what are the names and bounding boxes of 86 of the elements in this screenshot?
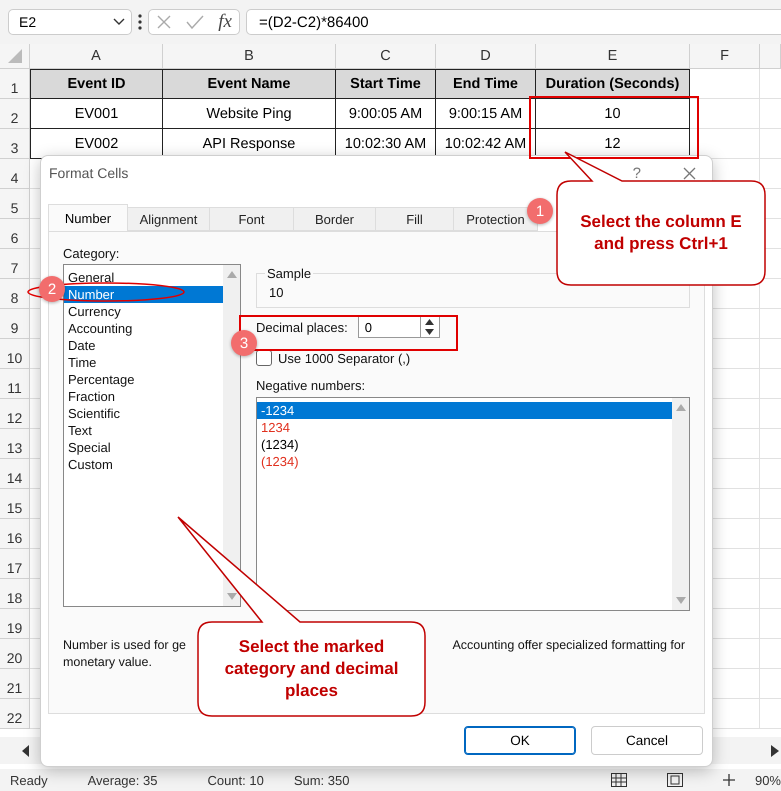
column-header[interactable]: A: [30, 44, 163, 69]
sample-value: 10: [269, 285, 284, 300]
column-header[interactable]: D: [436, 44, 536, 69]
row-header[interactable]: 13: [0, 429, 30, 459]
table-header: Event Name: [163, 69, 336, 99]
category-item[interactable]: Time: [64, 354, 223, 371]
sample-label: Sample: [266, 266, 312, 281]
negative-format-item[interactable]: (1234): [257, 436, 672, 453]
table-cell[interactable]: Website Ping: [163, 99, 336, 129]
category-label: Category:: [63, 246, 120, 261]
row-header[interactable]: 7: [0, 249, 30, 279]
negative-format-item[interactable]: -1234: [257, 402, 672, 419]
table-header: Start Time: [336, 69, 436, 99]
description-text: Accounting offer specialized formatting for: [452, 637, 685, 654]
table-header: Duration (Seconds): [536, 69, 690, 99]
row-header[interactable]: 8: [0, 279, 30, 309]
category-item[interactable]: Currency: [64, 303, 223, 320]
table-cell[interactable]: 9:00:05 AM: [336, 99, 436, 129]
row-header[interactable]: 12: [0, 399, 30, 429]
row-header[interactable]: 4: [0, 159, 30, 189]
table-cell[interactable]: EV001: [30, 99, 163, 129]
negative-format-item[interactable]: (1234): [257, 453, 672, 470]
column-header[interactable]: F: [690, 44, 760, 69]
category-item[interactable]: Number: [64, 286, 223, 303]
callout-text: Select the column E and press Ctrl+1: [579, 211, 743, 255]
tab[interactable]: Fill: [376, 207, 454, 231]
column-header[interactable]: B: [163, 44, 336, 69]
tab[interactable]: Protection: [454, 207, 538, 231]
row-header[interactable]: 14: [0, 459, 30, 489]
category-item[interactable]: Percentage: [64, 371, 223, 388]
list-box[interactable]: General Number Currency Accounting Date Time Percentage Fraction Scientific Text Special Custom: [63, 264, 241, 607]
table-header: Event ID: [30, 69, 163, 99]
row-header[interactable]: 10: [0, 339, 30, 369]
row-header[interactable]: 3: [0, 129, 30, 159]
decimal-places-field[interactable]: 0: [358, 316, 420, 338]
category-item[interactable]: Text: [64, 422, 223, 439]
table-cell[interactable]: 10: [536, 99, 690, 129]
column-header[interactable]: C: [336, 44, 436, 69]
category-item[interactable]: Accounting: [64, 320, 223, 337]
separator-label[interactable]: Use 1000 Separator (,): [278, 350, 410, 366]
status-sum: Sum: 350: [294, 772, 350, 788]
column-header[interactable]: E: [536, 44, 690, 69]
row-header[interactable]: 2: [0, 99, 30, 129]
decimal-places-label: Decimal places:: [256, 320, 348, 334]
row-header[interactable]: 17: [0, 549, 30, 579]
row-header[interactable]: 6: [0, 219, 30, 249]
negative-format-item[interactable]: 1234: [257, 419, 672, 436]
description-text: monetary value.: [63, 654, 152, 671]
formula-field[interactable]: =(D2-C2)*86400: [246, 9, 781, 35]
status-text: Ready: [10, 772, 48, 788]
row-header[interactable]: 1: [0, 69, 30, 99]
category-item[interactable]: General: [64, 269, 223, 286]
status-average: Average: 35: [88, 772, 158, 788]
status-count: Count: 10: [207, 772, 264, 788]
table-header: End Time: [436, 69, 536, 99]
row-header[interactable]: 19: [0, 609, 30, 639]
category-item[interactable]: Date: [64, 337, 223, 354]
category-item[interactable]: Scientific: [64, 405, 223, 422]
tab[interactable]: Number: [48, 204, 128, 231]
dialog-title: Format Cells: [49, 165, 130, 181]
row-header[interactable]: 16: [0, 519, 30, 549]
row-header[interactable]: 15: [0, 489, 30, 519]
tab[interactable]: Alignment: [128, 207, 210, 231]
tab[interactable]: Font: [210, 207, 294, 231]
table-cell[interactable]: 9:00:15 AM: [436, 99, 536, 129]
row-header[interactable]: 20: [0, 639, 30, 669]
description-text: Number is used for ge: [63, 637, 186, 654]
row-header[interactable]: 5: [0, 189, 30, 219]
tab[interactable]: Border: [294, 207, 376, 231]
row-header[interactable]: 21: [0, 669, 30, 699]
row-header[interactable]: 9: [0, 309, 30, 339]
ok-button[interactable]: OK: [464, 726, 576, 754]
callout-text: Select the marked category and decimal places: [224, 636, 400, 702]
negative-numbers-label: Negative numbers:: [256, 378, 366, 393]
name-box[interactable]: E2: [8, 9, 132, 35]
row-header[interactable]: 11: [0, 369, 30, 399]
zoom-level[interactable]: 90%: [754, 772, 781, 788]
category-item[interactable]: Special: [64, 439, 223, 456]
insert-function-button[interactable]: fx: [218, 11, 232, 33]
row-header[interactable]: 18: [0, 579, 30, 609]
category-item[interactable]: Custom: [64, 456, 223, 473]
cancel-button[interactable]: Cancel: [591, 726, 703, 754]
help-button[interactable]: ?: [632, 164, 641, 182]
row-header[interactable]: 22: [0, 699, 30, 729]
category-item[interactable]: Fraction: [64, 388, 223, 405]
list-box[interactable]: -1234 1234 (1234) (1234): [256, 397, 690, 611]
